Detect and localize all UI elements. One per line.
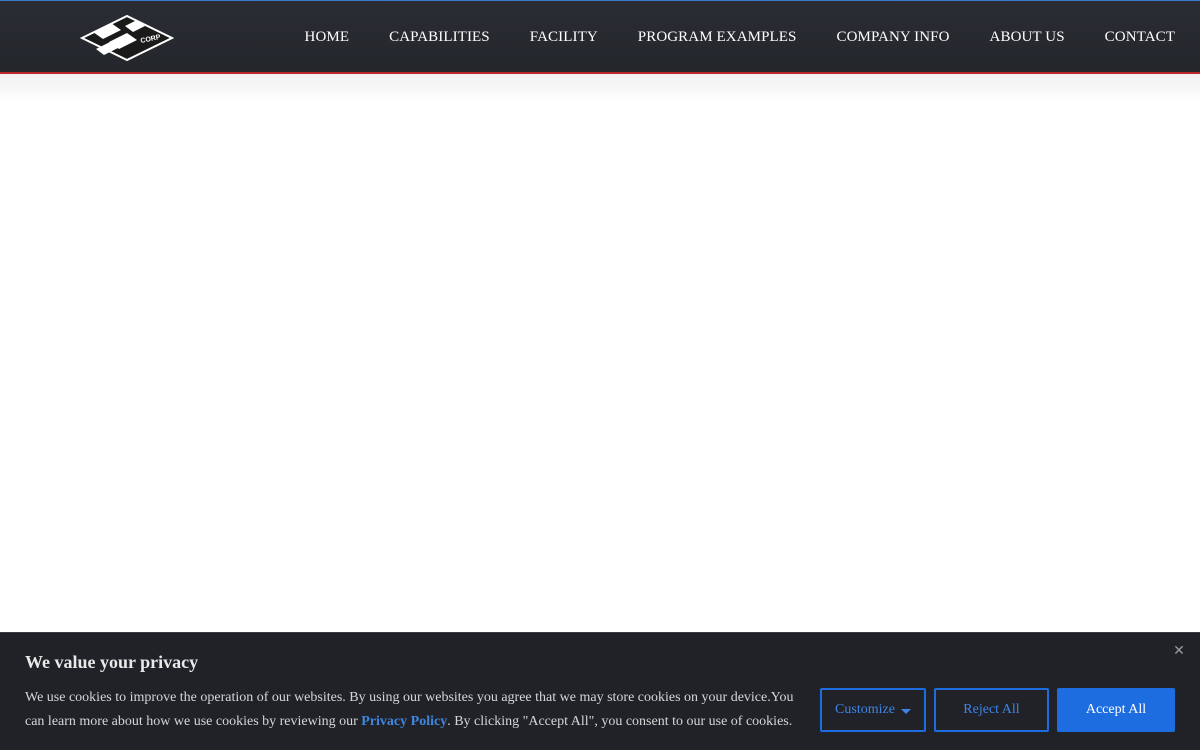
reject-all-button[interactable]: Reject All <box>934 688 1049 732</box>
accept-all-button[interactable]: Accept All <box>1057 688 1175 732</box>
nav-about-us[interactable]: ABOUT US <box>990 29 1065 46</box>
nav-contact[interactable]: CONTACT <box>1105 29 1175 46</box>
cookie-banner-text: We use cookies to improve the operation … <box>25 686 800 734</box>
close-icon[interactable]: ✕ <box>1171 643 1187 659</box>
cookie-consent-banner: ✕ We value your privacy We use cookies t… <box>0 632 1200 750</box>
cookie-banner-title: We value your privacy <box>25 652 199 672</box>
nav-program-examples[interactable]: PROGRAM EXAMPLES <box>638 29 797 46</box>
customize-label: Customize <box>835 702 895 717</box>
nav-capabilities[interactable]: CAPABILITIES <box>389 29 490 46</box>
page-content <box>0 74 1200 632</box>
caret-down-icon <box>900 708 911 714</box>
header-shadow <box>0 74 1200 102</box>
main-nav: HOME CAPABILITIES FACILITY PROGRAM EXAMP… <box>305 1 1200 73</box>
nav-facility[interactable]: FACILITY <box>530 29 598 46</box>
nav-home[interactable]: HOME <box>305 29 350 46</box>
site-header: CORP HOME CAPABILITIES FACILITY PROGRAM … <box>0 0 1200 74</box>
nav-company-info[interactable]: COMPANY INFO <box>836 29 949 46</box>
customize-button[interactable]: Customize <box>820 688 926 732</box>
privacy-policy-link[interactable]: Privacy Policy <box>361 714 447 729</box>
cookie-text-after-link: . By clicking "Accept All", you consent … <box>447 714 793 729</box>
company-logo-icon[interactable]: CORP <box>79 12 175 64</box>
